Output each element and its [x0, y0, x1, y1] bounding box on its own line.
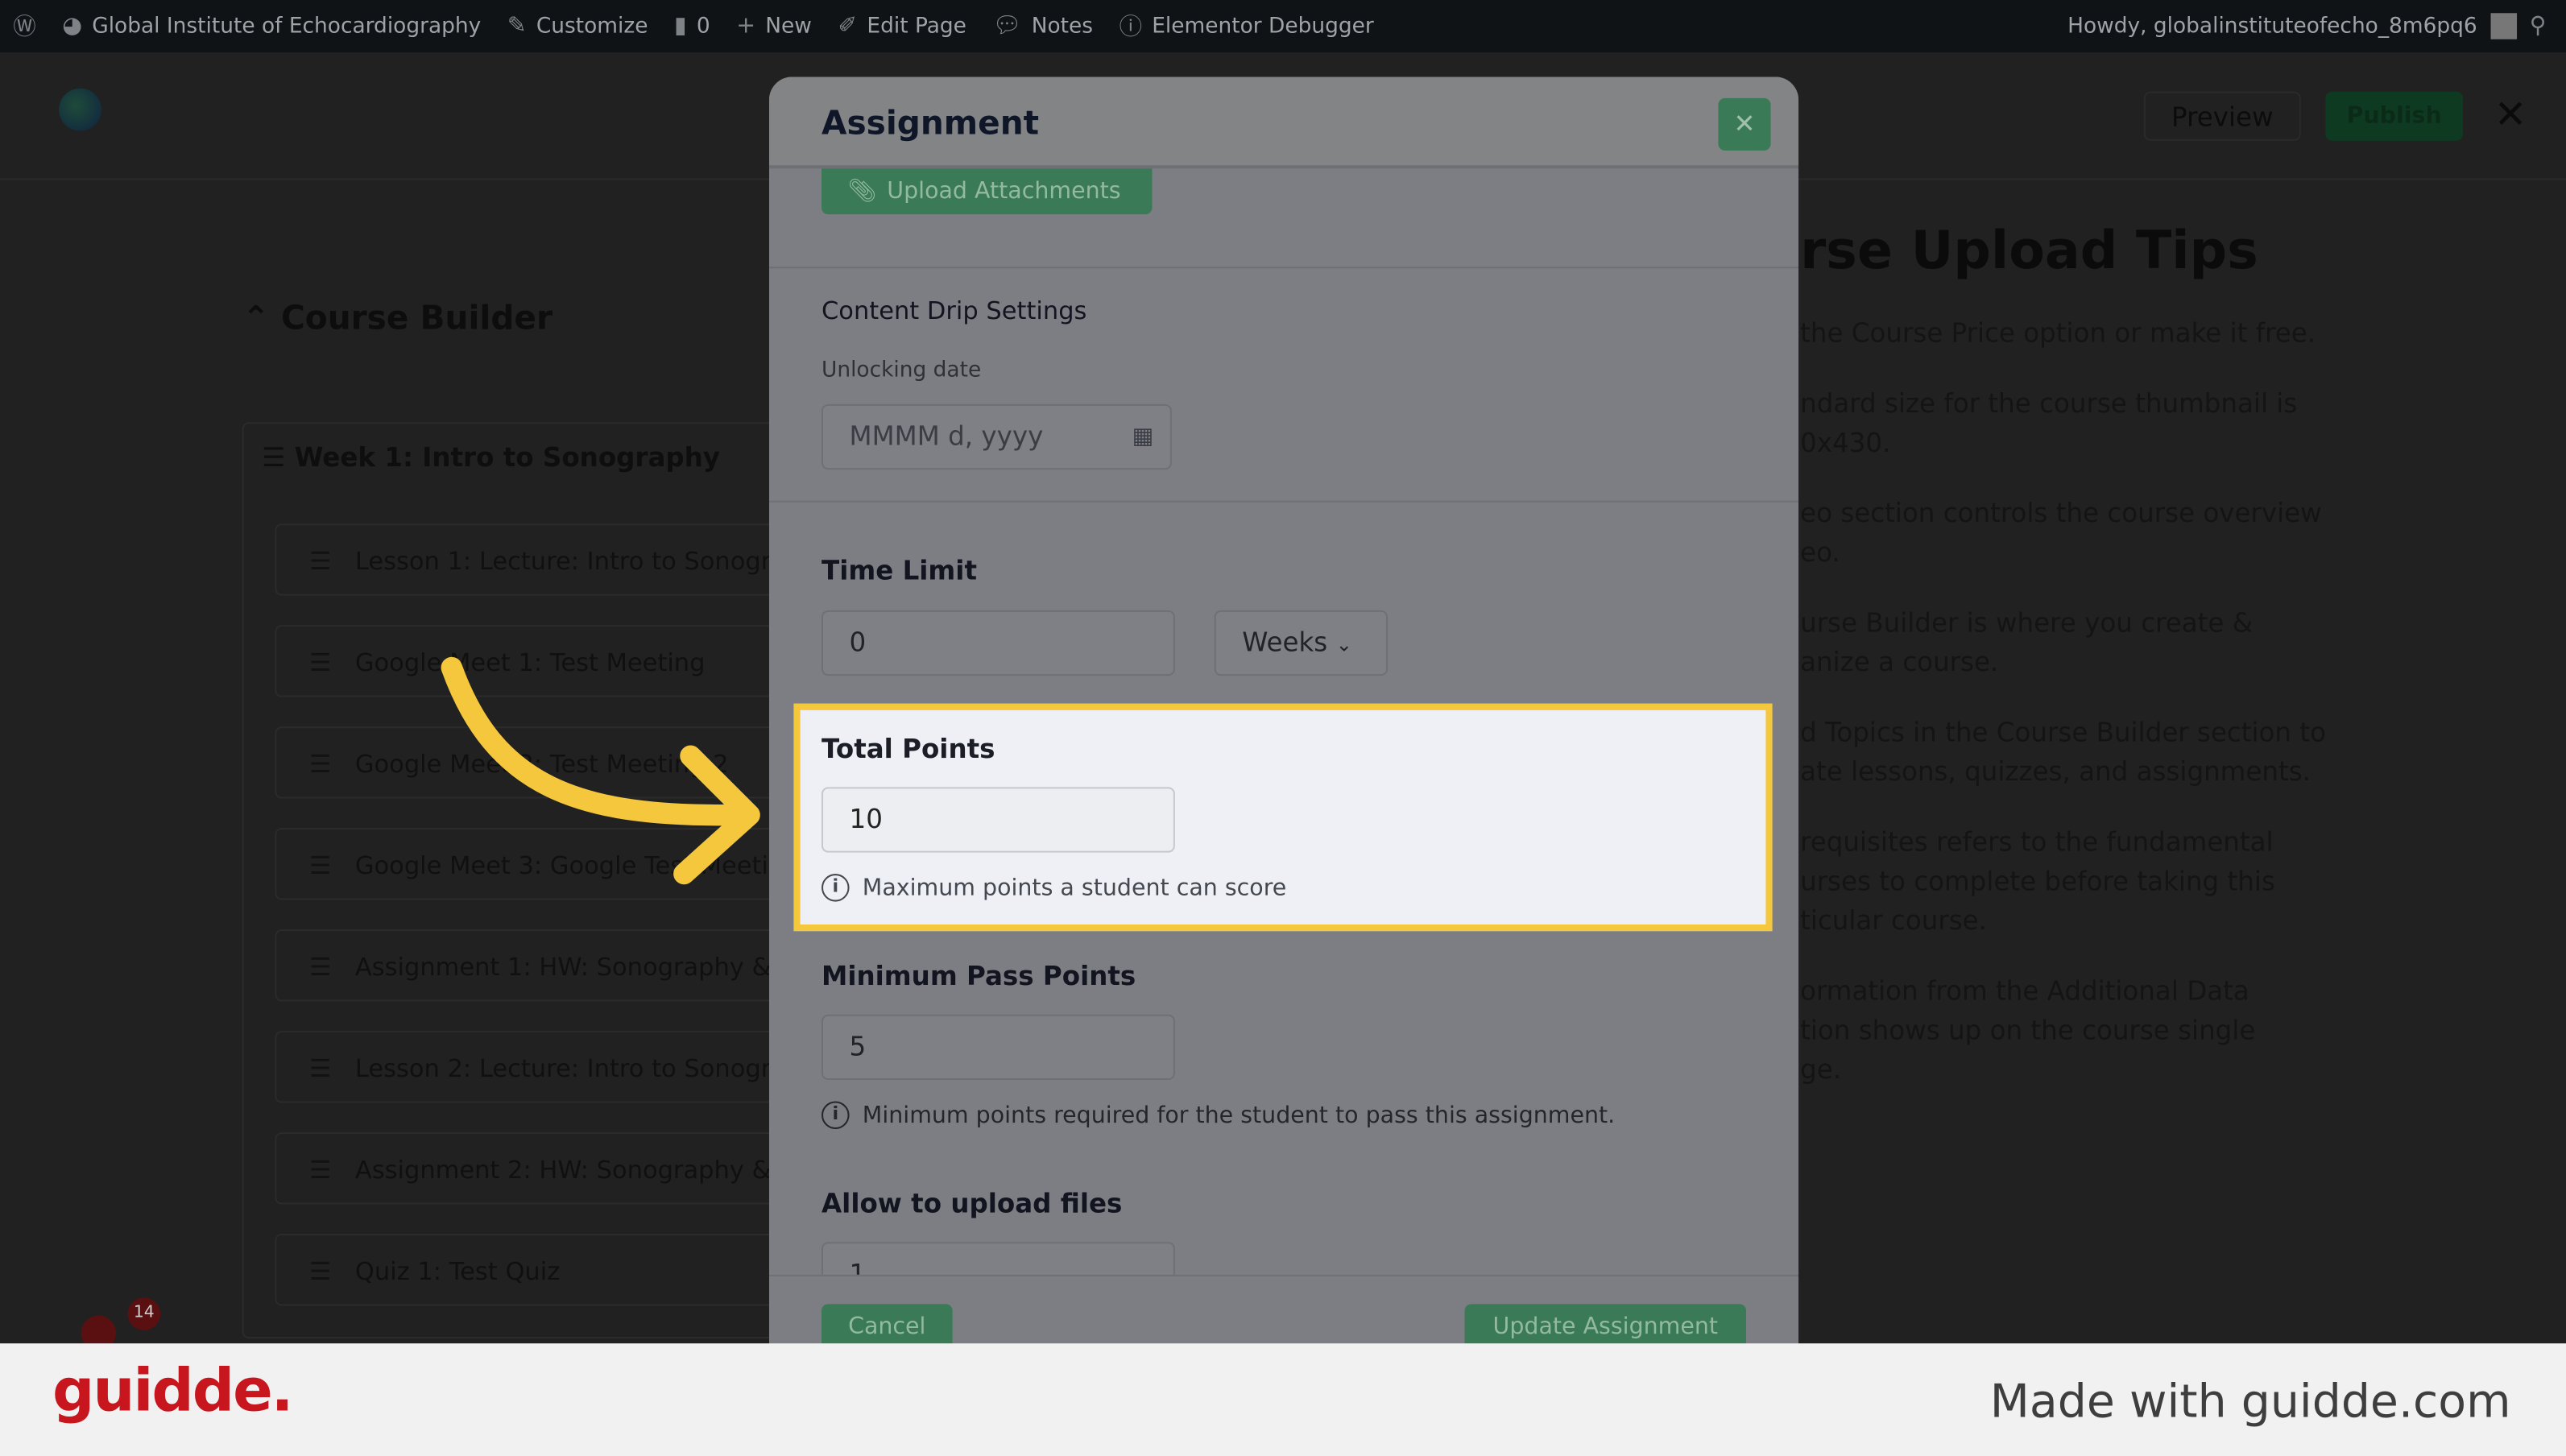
calendar-icon[interactable]: ▦: [1132, 406, 1154, 468]
min-pass-hint-text: Minimum points required for the student …: [862, 1102, 1616, 1128]
upload-files-label: Allow to upload files: [822, 1188, 1123, 1219]
unlocking-date-label: Unlocking date: [822, 358, 982, 383]
debugger-label: Elementor Debugger: [1152, 14, 1374, 39]
tip: ndard size for the course thumbnail is 0…: [1800, 387, 2298, 458]
min-pass-label: Minimum Pass Points: [822, 960, 1136, 992]
tips-title: rse Upload Tips: [1800, 219, 2258, 282]
elementor-debugger-link[interactable]: ⓘ Elementor Debugger: [1120, 10, 1374, 43]
tip: requisites refers to the fundamental urs…: [1800, 826, 2275, 937]
date-placeholder: MMMM d, yyyy: [849, 420, 1044, 452]
search-icon[interactable]: ⚲: [2530, 13, 2547, 39]
min-pass-hint: i Minimum points required for the student…: [822, 1101, 1616, 1130]
total-points-hint: i Maximum points a student can score: [822, 874, 1286, 902]
notes-link[interactable]: 💬︎ Notes: [992, 13, 1093, 39]
comment-icon: ▮: [674, 13, 687, 39]
list-item[interactable]: Lesson 2: Lecture: Intro to Sonography: [275, 1031, 783, 1103]
time-limit-label: Time Limit: [822, 554, 978, 586]
upload-label: Upload Attachments: [887, 178, 1121, 205]
site-name: Global Institute of Echocardiography: [92, 14, 482, 39]
info-icon: i: [822, 874, 850, 902]
list-item[interactable]: Quiz 1: Test Quiz: [275, 1234, 783, 1306]
edit-page-link[interactable]: ✐ Edit Page: [838, 13, 966, 39]
chevron-down-icon: ⌄: [1335, 633, 1353, 656]
unlocking-date-input[interactable]: MMMM d, yyyy ▦: [822, 403, 1172, 470]
notes-label: Notes: [1031, 14, 1094, 39]
customize-link[interactable]: ✎ Customize: [507, 13, 648, 39]
divider: [768, 500, 1799, 503]
pencil-icon: ✐: [838, 13, 858, 39]
course-builder-title: Course Builder: [280, 297, 553, 337]
modal-close-button[interactable]: ✕: [1718, 97, 1771, 151]
comments-link[interactable]: ▮ 0: [674, 13, 710, 39]
close-icon[interactable]: ✕: [2494, 92, 2527, 138]
time-limit-input[interactable]: 0: [822, 610, 1175, 676]
made-with-text: Made with guidde.com: [1989, 1374, 2511, 1429]
screen: Ⓦ ◕ Global Institute of Echocardiography …: [0, 0, 2566, 1456]
tip: d Topics in the Course Builder section t…: [1800, 716, 2326, 788]
comment-count: 0: [696, 14, 710, 39]
min-pass-input[interactable]: 5: [822, 1014, 1175, 1081]
new-label: New: [765, 14, 812, 39]
howdy-user[interactable]: Howdy, globalinstituteofecho_8m6pq6: [2067, 14, 2477, 38]
guidde-logo: guidde.: [52, 1358, 293, 1425]
site-name-link[interactable]: ◕ Global Institute of Echocardiography: [62, 13, 481, 39]
divider: [768, 267, 1799, 269]
paperclip-icon: 📎︎: [847, 178, 877, 205]
total-points-hint-text: Maximum points a student can score: [862, 875, 1287, 901]
modal-title: Assignment: [822, 103, 1040, 143]
upload-attachments-button[interactable]: 📎︎ Upload Attachments: [822, 168, 1153, 215]
brush-icon: ✎: [507, 13, 527, 39]
tip: urse Builder is where you create & anize…: [1800, 606, 2254, 678]
info-icon: i: [822, 1101, 850, 1130]
palette-icon: ◕: [62, 13, 83, 39]
tip: the Course Price option or make it free.: [1800, 317, 2316, 349]
list-item[interactable]: Assignment 2: HW: Sonography & Physics: [275, 1132, 783, 1205]
wordpress-icon: Ⓦ: [13, 14, 36, 41]
list-item[interactable]: Lesson 1: Lecture: Intro to Sonography: [275, 523, 783, 596]
publish-button[interactable]: Publish: [2325, 91, 2464, 141]
site-logo: [59, 88, 101, 131]
notes-icon: 💬︎: [992, 13, 1022, 39]
new-link[interactable]: + New: [736, 13, 812, 39]
course-builder-heading[interactable]: ⌃ Course Builder: [242, 298, 553, 337]
notification-badge: 14: [127, 1297, 161, 1330]
total-points-section: Total Points 10 i Maximum points a studen…: [793, 703, 1773, 932]
info-icon: ⓘ: [1119, 14, 1143, 41]
avatar[interactable]: [2490, 13, 2517, 39]
time-unit-select[interactable]: Weeks ⌄: [1214, 610, 1389, 676]
content-drip-heading: Content Drip Settings: [822, 296, 1087, 326]
tip: ormation from the Additional Data tion s…: [1800, 975, 2256, 1086]
tip: eo section controls the course overview …: [1800, 497, 2322, 569]
edit-page-label: Edit Page: [867, 14, 966, 39]
pointer-arrow-icon: [441, 656, 760, 885]
wp-admin-bar: Ⓦ ◕ Global Institute of Echocardiography …: [0, 0, 2566, 53]
wordpress-logo[interactable]: Ⓦ: [13, 10, 35, 43]
customize-label: Customize: [536, 14, 648, 39]
topic-title-text: Week 1: Intro to Sonography: [294, 441, 721, 474]
topic-title[interactable]: ☰ Week 1: Intro to Sonography: [262, 442, 720, 474]
list-item[interactable]: Assignment 1: HW: Sonography & Physics: [275, 929, 783, 1002]
time-unit-value: Weeks: [1242, 627, 1328, 658]
plus-icon: +: [736, 13, 756, 39]
preview-button[interactable]: Preview: [2143, 91, 2301, 141]
total-points-input[interactable]: 10: [822, 787, 1175, 853]
total-points-label: Total Points: [822, 733, 995, 764]
